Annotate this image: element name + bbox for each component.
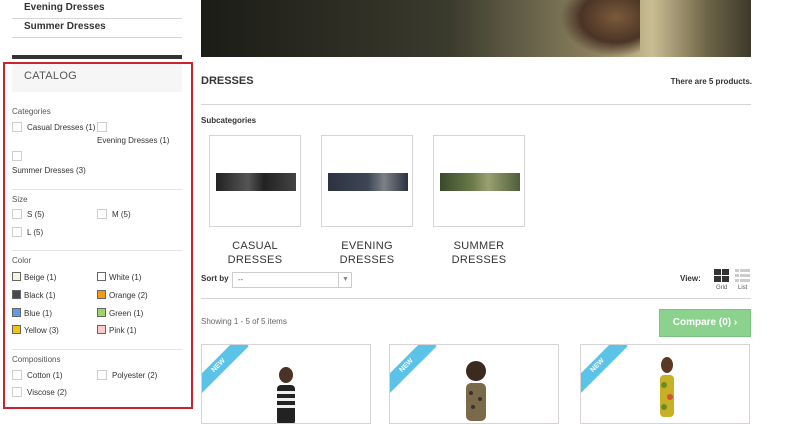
filter-label-color[interactable]: Black (1) [24,291,56,300]
color-swatch[interactable] [97,272,106,281]
subcategory-name-summer[interactable]: SUMMER DRESSES [433,239,525,267]
banner-model-image [560,0,640,57]
category-link-summer-dresses[interactable]: Summer Dresses [12,19,182,38]
filter-label-size-s[interactable]: S (5) [27,210,44,219]
filter-label-color[interactable]: Blue (1) [24,309,52,318]
subcategory-image [216,173,296,191]
list-view-icon[interactable] [735,269,750,282]
divider [201,104,751,105]
subcategories-heading: Subcategories [201,116,257,125]
divider [12,55,182,59]
checkbox-viscose[interactable] [12,387,22,397]
sort-select[interactable]: -- [232,272,352,288]
filter-label-color[interactable]: Yellow (3) [24,326,59,335]
checkbox-size-m[interactable] [97,209,107,219]
product-image [277,367,295,423]
subcategory-name-evening[interactable]: EVENING DRESSES [321,239,413,267]
color-swatch[interactable] [12,325,21,334]
section-separator [12,349,182,350]
grid-view-icon[interactable] [714,269,729,282]
subcategory-name-line: DRESSES [339,254,395,266]
filter-label-cotton[interactable]: Cotton (1) [27,371,63,380]
list-view-label[interactable]: List [738,285,747,291]
category-link-evening-dresses[interactable]: Evening Dresses [12,0,182,19]
subcategory-name-line: DRESSES [451,254,507,266]
filter-label-evening-dresses[interactable]: Evening Dresses (1) [97,136,169,145]
new-badge: NEW [581,345,628,396]
size-heading: Size [12,195,28,204]
subcategory-name-line: EVENING [341,240,393,252]
filter-label-casual-dresses[interactable]: Casual Dresses (1) [27,123,95,132]
catalog-title: CATALOG [12,64,182,92]
category-banner-image [201,0,751,57]
checkbox-evening-dresses[interactable] [97,122,107,132]
product-card[interactable]: NEW [389,344,559,424]
color-swatch[interactable] [12,290,21,299]
sort-by-label: Sort by [201,274,229,283]
filter-label-color[interactable]: Green (1) [109,309,143,318]
new-badge: NEW [390,345,437,396]
compare-button[interactable]: Compare (0) › [659,309,751,337]
checkbox-polyester[interactable] [97,370,107,380]
compare-button-label: Compare (0) [672,317,732,328]
filter-label-color[interactable]: White (1) [109,273,141,282]
checkbox-size-s[interactable] [12,209,22,219]
chevron-right-icon: › [733,317,738,328]
checkbox-size-l[interactable] [12,227,22,237]
chevron-down-icon[interactable]: ▼ [338,272,352,288]
product-card[interactable]: NEW [580,344,750,424]
checkbox-cotton[interactable] [12,370,22,380]
filter-label-color[interactable]: Pink (1) [109,326,137,335]
product-image [466,361,486,421]
subcategory-name-line: SUMMER [453,240,505,252]
color-swatch[interactable] [97,325,106,334]
showing-items-text: Showing 1 - 5 of 5 items [201,317,287,326]
categories-heading: Categories [12,107,51,116]
new-badge: NEW [202,345,249,396]
filter-label-color[interactable]: Beige (1) [24,273,56,282]
product-image [660,357,674,417]
section-separator [12,250,182,251]
subcategory-thumb-summer[interactable] [433,135,525,227]
product-count: There are 5 products. [670,77,752,86]
filter-label-polyester[interactable]: Polyester (2) [112,371,157,380]
color-swatch[interactable] [97,290,106,299]
subcategory-image [328,173,408,191]
filter-label-size-l[interactable]: L (5) [27,228,43,237]
color-swatch[interactable] [12,272,21,281]
filter-label-color[interactable]: Orange (2) [109,291,148,300]
color-swatch[interactable] [97,308,106,317]
subcategory-name-line: CASUAL [232,240,278,252]
color-heading: Color [12,256,32,265]
filter-label-summer-dresses[interactable]: Summer Dresses (3) [12,166,86,175]
grid-view-label[interactable]: Grid [716,285,727,291]
checkbox-casual-dresses[interactable] [12,122,22,132]
checkbox-summer-dresses[interactable] [12,151,22,161]
section-separator [12,189,182,190]
subcategory-name-casual[interactable]: CASUAL DRESSES [209,239,301,267]
subcategory-image [440,173,520,191]
color-swatch[interactable] [12,308,21,317]
subcategory-thumb-evening[interactable] [321,135,413,227]
filter-label-size-m[interactable]: M (5) [112,210,131,219]
product-card[interactable]: NEW [201,344,371,424]
subcategory-thumb-casual[interactable] [209,135,301,227]
compositions-heading: Compositions [12,355,61,364]
page-title: DRESSES [201,75,254,87]
divider [201,298,751,299]
subcategory-name-line: DRESSES [227,254,283,266]
filter-label-viscose[interactable]: Viscose (2) [27,388,67,397]
view-label: View: [680,274,701,283]
